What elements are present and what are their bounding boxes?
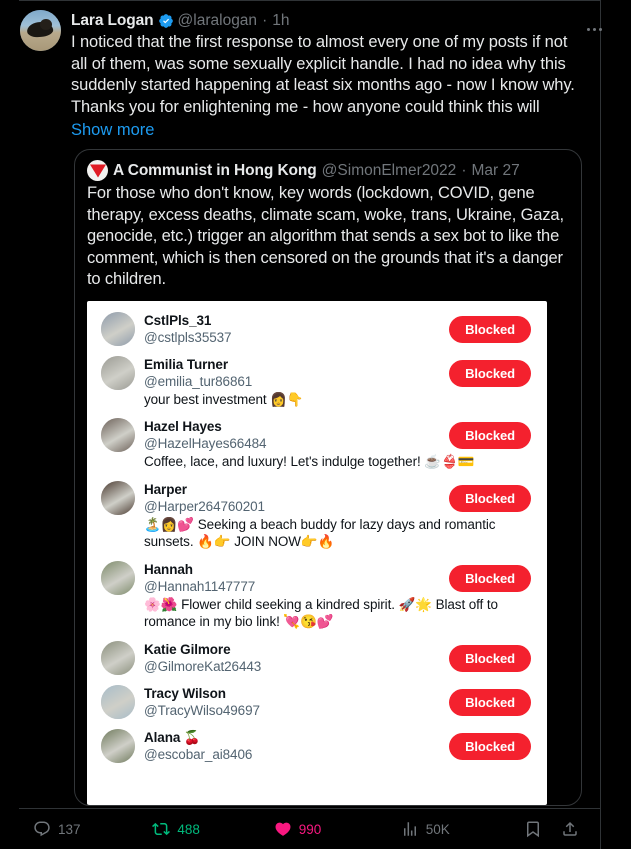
blocked-account-avatar[interactable] [101,480,135,515]
tweet-body-text: I noticed that the first response to alm… [71,33,579,116]
avatar-image [101,418,135,452]
blocked-account-avatar[interactable] [101,355,135,390]
blocked-account-row: Hazel Hayes @HazelHayes66484 Coffee, lace,… [87,413,547,476]
reply-button[interactable]: 137 [33,820,152,838]
tweet-timestamp[interactable]: 1h [272,11,289,31]
blocked-account-bio: your best investment 👩👇 [144,391,304,407]
blocked-account-avatar[interactable] [101,418,135,452]
show-more-link[interactable]: Show more [71,119,154,141]
blocked-account-avatar[interactable] [101,640,135,675]
blocked-account-bio: 🏝️👩💕 Seeking a beach buddy for lazy days… [144,516,500,550]
blocked-account-row: Katie Gilmore @GilmoreKat26443 Blocked [87,636,547,680]
blocked-account-row: Harper @Harper264760201 🏝️👩💕 Seeking a bea… [87,476,547,556]
blocked-account-row: Tracy Wilson @TracyWilso49697 Blocked [87,680,547,724]
quoted-author-handle[interactable]: @SimonElmer2022 [322,162,457,180]
views-button[interactable]: 50K [401,820,514,838]
header-separator: · [262,12,268,29]
more-dot [586,27,590,31]
reply-icon [33,820,51,838]
blocked-account-bio: 🌸🌺 Flower child seeking a kindred spirit… [144,596,502,630]
blocked-account-avatar[interactable] [101,684,135,719]
blocked-status-button[interactable]: Blocked [449,564,531,592]
blocked-accounts-list: CstlPls_31 @cstlpls35537 Blocked Emilia Tur… [87,301,547,768]
retweet-icon [152,820,171,838]
embedded-screenshot-image[interactable]: CstlPls_31 @cstlpls35537 Blocked Emilia Tur… [87,300,547,805]
blocked-account-avatar[interactable] [101,311,135,346]
more-dot [598,27,602,31]
blocked-status-button[interactable]: Blocked [449,359,531,387]
share-icon [561,820,579,838]
like-button[interactable]: 990 [274,820,401,838]
reply-count: 137 [58,821,81,837]
author-display-name[interactable]: Lara Logan [71,11,154,31]
quoted-separator: · [461,161,467,179]
blocked-status-button[interactable]: Blocked [449,732,531,760]
blocked-account-bio: Coffee, lace, and luxury! Let's indulge … [144,454,475,469]
blocked-status-button[interactable]: Blocked [449,644,531,672]
blocked-account-avatar[interactable] [101,728,135,763]
tweet-action-bar: 137 488 990 50K [19,808,600,849]
column-right-border [600,0,601,849]
quoted-tweet-text: For those who don't know, key words (loc… [87,184,569,288]
main-tweet: Lara Logan @laralogan · 1h I noticed tha… [0,0,600,141]
tweet-detail-view: Lara Logan @laralogan · 1h I noticed tha… [0,0,631,849]
bookmark-icon [524,820,542,838]
share-button[interactable] [554,820,586,838]
blocked-status-button[interactable]: Blocked [449,422,531,449]
quoted-tweet-card[interactable]: A Communist in Hong Kong @SimonElmer2022… [74,149,582,806]
more-dot [592,27,596,31]
blocked-status-button[interactable]: Blocked [449,688,531,716]
avatar-image [101,480,135,515]
triangle-shape [89,164,106,178]
bookmark-button[interactable] [513,820,553,838]
tweet-header-body: Lara Logan @laralogan · 1h I noticed tha… [71,10,580,141]
avatar-image [101,728,135,763]
blocked-account-avatar[interactable] [101,560,135,595]
red-triangle-avatar-icon[interactable] [87,160,108,181]
view-count: 50K [425,821,450,837]
avatar-image [101,640,135,675]
quoted-tweet-header: A Communist in Hong Kong @SimonElmer2022… [75,150,581,181]
like-count: 990 [298,821,322,837]
avatar-image [101,560,135,595]
blocked-account-row: CstlPls_31 @cstlpls35537 Blocked [87,307,547,351]
avatar-subject-head [40,19,52,30]
blocked-account-row: Emilia Turner @emilia_tur86861 your best i… [87,351,547,414]
avatar-image [101,355,135,390]
blocked-account-row: Hannah @Hannah1147777 🌸🌺 Flower child seek… [87,556,547,636]
heart-icon [274,820,292,838]
retweet-count: 488 [177,821,200,837]
analytics-icon [401,820,419,838]
more-options-icon[interactable] [579,20,609,38]
verified-badge-icon [158,13,174,29]
quoted-author-name[interactable]: A Communist in Hong Kong [113,162,317,180]
blocked-status-button[interactable]: Blocked [449,484,531,512]
blocked-account-row: Alana 🍒 @escobar_ai8406 Blocked [87,724,547,768]
blocked-status-button[interactable]: Blocked [449,315,531,343]
author-line: Lara Logan @laralogan · 1h [71,11,580,31]
author-handle[interactable]: @laralogan [178,11,258,31]
retweet-button[interactable]: 488 [152,820,273,838]
avatar-image [101,311,135,346]
quoted-tweet-date[interactable]: Mar 27 [471,162,519,180]
author-avatar[interactable] [20,10,61,51]
avatar-image [101,684,135,719]
tweet-header: Lara Logan @laralogan · 1h I noticed tha… [20,10,580,141]
